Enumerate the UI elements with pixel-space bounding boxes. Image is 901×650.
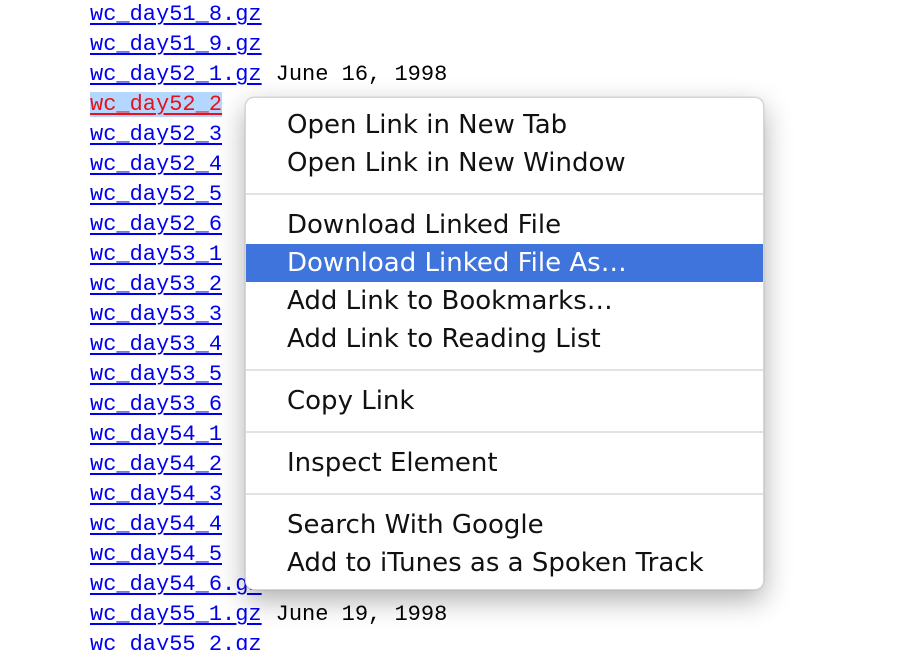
- file-row: wc_day54_3: [90, 480, 222, 510]
- file-row: wc_day51_8.gz: [90, 0, 262, 30]
- file-row: wc_day52_2: [90, 90, 223, 120]
- file-date: June 16, 1998: [275, 62, 448, 87]
- file-row: wc_day51_9.gz: [90, 30, 262, 60]
- menu-item-add-link-to-reading-list[interactable]: Add Link to Reading List: [246, 320, 763, 358]
- file-link[interactable]: wc_day52_2: [90, 92, 223, 117]
- file-link[interactable]: wc_day55_1.gz: [90, 602, 262, 627]
- file-link[interactable]: wc_day54_2: [90, 452, 222, 477]
- file-link[interactable]: wc_day52_4: [90, 152, 222, 177]
- file-row: wc_day52_3: [90, 120, 222, 150]
- menu-item-open-link-new-tab[interactable]: Open Link in New Tab: [246, 106, 763, 144]
- file-link[interactable]: wc_day54_5: [90, 542, 222, 567]
- menu-separator: [246, 369, 763, 371]
- file-row: wc_day55_1.gz June 19, 1998: [90, 600, 447, 630]
- file-row: wc_day54_4: [90, 510, 222, 540]
- menu-item-download-linked-file-as[interactable]: Download Linked File As…: [246, 244, 763, 282]
- file-row: wc_day52_4: [90, 150, 222, 180]
- file-row: wc_day53_6: [90, 390, 222, 420]
- file-link[interactable]: wc_day53_2: [90, 272, 222, 297]
- file-link[interactable]: wc_day54_6.gz: [90, 572, 262, 597]
- file-link[interactable]: wc_day51_9.gz: [90, 32, 262, 57]
- file-row: wc_day52_5: [90, 180, 222, 210]
- menu-separator: [246, 193, 763, 195]
- file-row: wc_day52_1.gz June 16, 1998: [90, 60, 447, 90]
- menu-separator: [246, 431, 763, 433]
- file-row: wc_day53_5: [90, 360, 222, 390]
- file-link[interactable]: wc_day54_4: [90, 512, 222, 537]
- file-link[interactable]: wc_day54_3: [90, 482, 222, 507]
- file-link[interactable]: wc_day53_3: [90, 302, 222, 327]
- file-row: wc_day53_2: [90, 270, 222, 300]
- file-row: wc_day52_6: [90, 210, 222, 240]
- file-link[interactable]: wc_day52_6: [90, 212, 222, 237]
- file-link[interactable]: wc_day53_1: [90, 242, 222, 267]
- file-link[interactable]: wc_day53_6: [90, 392, 222, 417]
- menu-separator: [246, 493, 763, 495]
- menu-item-copy-link[interactable]: Copy Link: [246, 382, 763, 420]
- file-row: wc_day54_1: [90, 420, 222, 450]
- menu-item-add-to-itunes-spoken-track[interactable]: Add to iTunes as a Spoken Track: [246, 544, 763, 582]
- file-link[interactable]: wc_day54_1: [90, 422, 222, 447]
- file-row: wc_day54_6.gz: [90, 570, 262, 600]
- file-row: wc_day54_2: [90, 450, 222, 480]
- file-link[interactable]: wc_day52_5: [90, 182, 222, 207]
- file-row: wc_day53_4: [90, 330, 222, 360]
- file-row: wc_day54_5: [90, 540, 222, 570]
- context-menu: Open Link in New Tab Open Link in New Wi…: [245, 97, 764, 590]
- menu-item-open-link-new-window[interactable]: Open Link in New Window: [246, 144, 763, 182]
- file-row: wc_day53_1: [90, 240, 222, 270]
- file-link[interactable]: wc_day52_3: [90, 122, 222, 147]
- file-link[interactable]: wc_day55_2.gz: [90, 632, 262, 650]
- menu-item-inspect-element[interactable]: Inspect Element: [246, 444, 763, 482]
- file-link[interactable]: wc_day53_4: [90, 332, 222, 357]
- file-link[interactable]: wc_day51_8.gz: [90, 2, 262, 27]
- file-row: wc_day53_3: [90, 300, 222, 330]
- file-link[interactable]: wc_day52_1.gz: [90, 62, 262, 87]
- file-row: wc_day55_2.gz: [90, 630, 262, 650]
- menu-item-search-with-google[interactable]: Search With Google: [246, 506, 763, 544]
- file-date: June 19, 1998: [275, 602, 448, 627]
- menu-item-add-link-to-bookmarks[interactable]: Add Link to Bookmarks…: [246, 282, 763, 320]
- menu-item-download-linked-file[interactable]: Download Linked File: [246, 206, 763, 244]
- file-link[interactable]: wc_day53_5: [90, 362, 222, 387]
